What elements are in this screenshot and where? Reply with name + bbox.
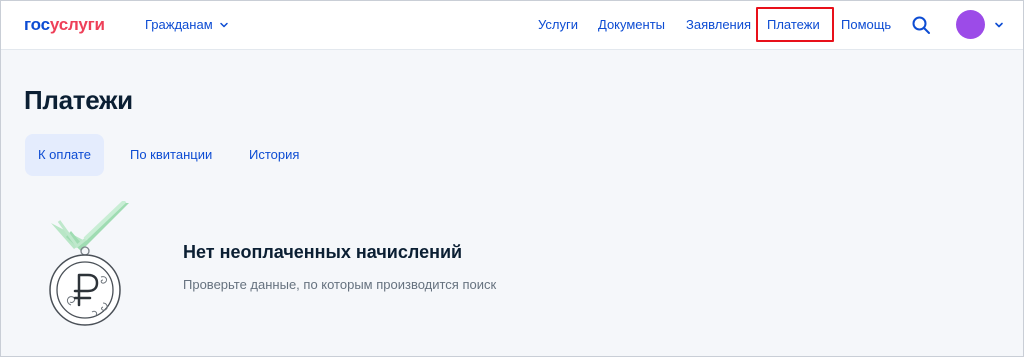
top-navigation-bar: госуслуги Гражданам Услуги Документы Зая…	[1, 1, 1023, 50]
nav-link-payments[interactable]: Платежи	[767, 17, 820, 33]
ruble-medal-checkmark-icon	[49, 201, 129, 326]
citizens-menu-label: Гражданам	[145, 17, 213, 32]
avatar[interactable]	[956, 10, 985, 39]
nav-link-services[interactable]: Услуги	[538, 17, 578, 33]
search-icon[interactable]	[911, 15, 931, 35]
gosuslugi-logo[interactable]: госуслуги	[24, 15, 105, 35]
nav-link-applications[interactable]: Заявления	[686, 17, 751, 33]
empty-state-title: Нет неоплаченных начислений	[183, 242, 463, 262]
logo-part-uslugi: услуги	[49, 15, 105, 34]
empty-state-subtitle: Проверьте данные, по которым производитс…	[183, 277, 497, 292]
nav-link-help[interactable]: Помощь	[841, 17, 891, 33]
citizens-menu-dropdown[interactable]: Гражданам	[145, 16, 229, 34]
tab-history[interactable]: История	[249, 134, 299, 176]
logo-part-gos: гос	[24, 15, 50, 34]
page-title: Платежи	[24, 85, 133, 115]
nav-link-documents[interactable]: Документы	[598, 17, 665, 33]
chevron-down-icon	[219, 22, 228, 28]
tab-by-receipt[interactable]: По квитанции	[130, 134, 212, 176]
tab-to-pay[interactable]: К оплате	[25, 134, 105, 176]
chevron-down-icon[interactable]	[994, 20, 1004, 30]
